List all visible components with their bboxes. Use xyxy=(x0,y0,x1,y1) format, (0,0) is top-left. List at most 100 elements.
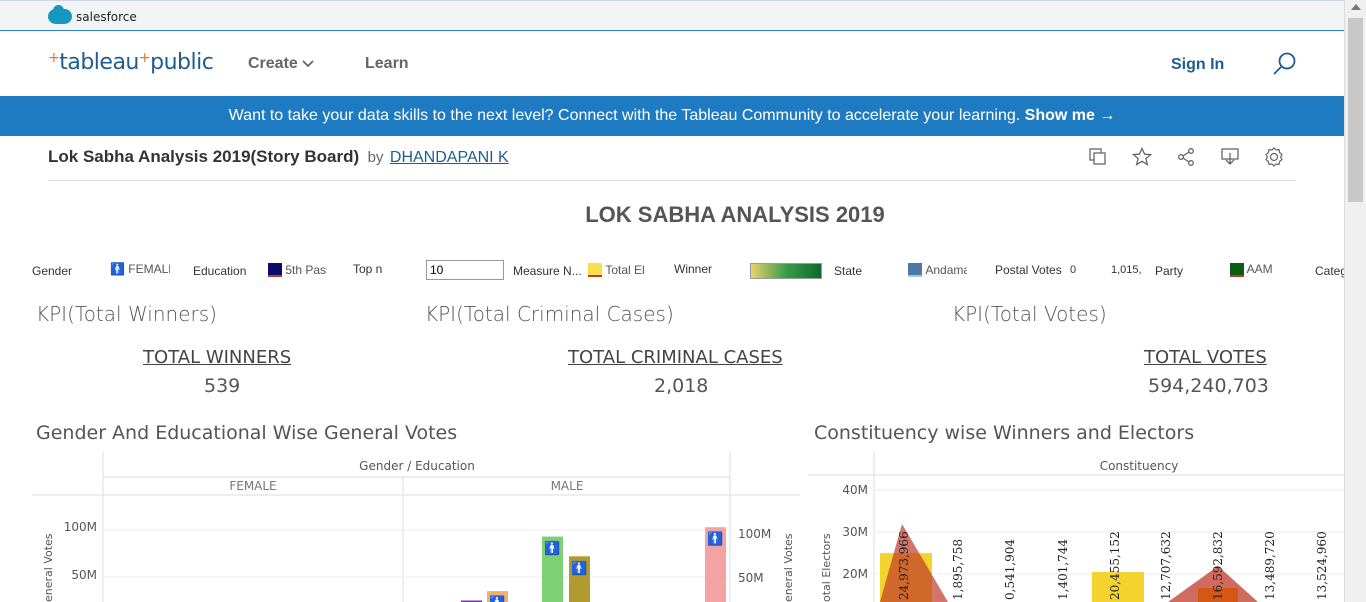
gender-filter-value: FEMALE xyxy=(128,262,170,276)
chart2-data-label: 0,541,904 xyxy=(1003,539,1017,600)
chart1-header: Gender / Education xyxy=(359,459,475,473)
chart1-ytick2-100m: 100M xyxy=(738,527,771,541)
scrollbar-thumb[interactable] xyxy=(1348,18,1363,202)
party-swatch xyxy=(1230,262,1244,277)
viz-title: Lok Sabha Analysis 2019(Story Board) xyxy=(48,147,360,166)
winner-filter-label: Winner xyxy=(674,262,713,276)
viz-toolbar xyxy=(1088,147,1284,167)
education-filter-label: Education xyxy=(193,264,247,278)
party-filter[interactable]: AAM xyxy=(1230,262,1273,277)
chart1-ytick-50m: 50M xyxy=(71,568,97,582)
author-link[interactable]: DHANDAPANI K xyxy=(390,149,509,166)
postal-max[interactable]: 1,015, xyxy=(1111,264,1142,276)
person-icon: 🚹 xyxy=(110,262,125,276)
measure-filter-label: Measure N... xyxy=(513,264,582,278)
measure-swatch xyxy=(588,262,602,277)
create-menu[interactable]: Create xyxy=(248,55,314,73)
chart2-ytick-30m: 30M xyxy=(842,525,868,539)
download-icon[interactable] xyxy=(1220,147,1240,167)
postal-filter-label: Postal Votes xyxy=(995,263,1062,277)
education-filter[interactable]: 5th Pass xyxy=(268,262,327,277)
party-filter-value: AAM xyxy=(1246,262,1273,276)
chart1-panel-male: MALE xyxy=(551,479,584,493)
tableau-public-logo[interactable]: +tableau+public xyxy=(48,50,214,75)
kpi-winners-value: 539 xyxy=(204,375,241,397)
chart2-ytick-40m: 40M xyxy=(842,483,868,497)
banner-text: Want to take your data skills to the nex… xyxy=(228,107,1021,124)
chart2-data-label: 16,592,832 xyxy=(1211,531,1225,600)
salesforce-brand: salesforce xyxy=(76,9,137,24)
gender-filter-label: Gender xyxy=(32,264,73,278)
person-marker-icon: 🚹 xyxy=(544,541,560,556)
scroll-up-icon[interactable] xyxy=(1351,4,1361,10)
chart2-data-label: 13,489,720 xyxy=(1263,531,1277,600)
show-me-link[interactable]: Show me → xyxy=(1025,107,1116,124)
chevron-down-icon xyxy=(302,60,314,68)
chart1-panel-female: FEMALE xyxy=(229,479,276,493)
page: salesforce +tableau+public Create Learn … xyxy=(0,0,1344,602)
kpi-criminal-label: KPI(Total Criminal Cases) xyxy=(425,302,674,326)
education-filter-value: 5th Pass xyxy=(285,262,327,277)
top-navigation: +tableau+public Create Learn Sign In xyxy=(0,31,1344,96)
vertical-scrollbar[interactable] xyxy=(1344,0,1366,602)
kpi-criminal-value: 2,018 xyxy=(654,375,709,397)
measure-filter[interactable]: Total El xyxy=(588,262,647,277)
kpi-votes-heading: TOTAL VOTES xyxy=(1144,347,1267,368)
winner-color-legend[interactable] xyxy=(750,263,822,279)
constituency-chart[interactable]: Constituency 40M 30M 20M otal Electors 2… xyxy=(808,452,1344,602)
sign-in-button[interactable]: Sign In xyxy=(1171,56,1224,74)
by-label: by xyxy=(367,149,384,166)
salesforce-logo[interactable]: salesforce xyxy=(48,5,137,24)
chart1-ytick2-50m: 50M xyxy=(738,571,764,585)
chart2-ylabel: otal Electors xyxy=(820,533,833,602)
chart2-data-label: 13,524,960 xyxy=(1315,531,1329,600)
state-swatch xyxy=(908,262,922,277)
person-marker-icon: 🚹 xyxy=(489,595,505,602)
kpi-criminal-heading: TOTAL CRIMINAL CASES xyxy=(568,347,783,368)
filter-strip: Gender 🚹 FEMALE Education 5th Pass Top n… xyxy=(0,260,1344,284)
chart2-data-label: 1,895,758 xyxy=(951,539,965,600)
create-label: Create xyxy=(248,55,298,72)
chart2-data-label: 1,401,744 xyxy=(1056,539,1070,600)
logo-suffix: public xyxy=(150,50,214,75)
chart2-data-label: 12,707,632 xyxy=(1159,531,1173,600)
chart2-data-label: 20,455,152 xyxy=(1108,531,1122,600)
chart2-ytick-20m: 20M xyxy=(842,567,868,581)
chart1-ytick-100m: 100M xyxy=(64,520,97,534)
chart1-ylabel2: eneral Votes xyxy=(782,533,795,602)
state-filter-label: State xyxy=(834,264,863,278)
salesforce-bar: salesforce xyxy=(0,0,1344,31)
postal-min: 0 xyxy=(1070,264,1077,276)
badge-icon[interactable] xyxy=(1264,147,1284,167)
category-filter-label: Categ xyxy=(1315,264,1344,278)
share-icon[interactable] xyxy=(1176,147,1196,167)
topn-label: Top n xyxy=(353,262,383,276)
chart1-ylabel: eneral Votes xyxy=(42,533,55,602)
kpi-votes-value: 594,240,703 xyxy=(1148,375,1269,397)
chart2-data-label: 24,973,966 xyxy=(897,531,911,600)
chart1-title: Gender And Educational Wise General Vote… xyxy=(36,422,458,444)
search-icon[interactable] xyxy=(1272,51,1298,77)
gender-education-chart[interactable]: Gender / Education FEMALE MALE 100M 50M … xyxy=(0,452,805,602)
person-marker-icon: 🚹 xyxy=(707,531,723,546)
person-marker-icon: 🚹 xyxy=(571,560,587,575)
learn-link[interactable]: Learn xyxy=(365,55,409,73)
gender-filter[interactable]: 🚹 FEMALE xyxy=(110,262,170,276)
topn-input[interactable] xyxy=(426,260,504,280)
dashboard-title: LOK SABHA ANALYSIS 2019 xyxy=(585,202,885,227)
measure-filter-value: Total El xyxy=(605,262,645,277)
promo-banner: Want to take your data skills to the nex… xyxy=(0,96,1344,136)
copy-icon[interactable] xyxy=(1088,147,1108,167)
education-swatch xyxy=(268,262,282,277)
party-filter-label: Party xyxy=(1155,264,1184,278)
kpi-winners-label: KPI(Total Winners) xyxy=(36,302,217,326)
kpi-votes-label: KPI(Total Votes) xyxy=(952,302,1107,326)
viz-titlebar: Lok Sabha Analysis 2019(Story Board) by … xyxy=(48,147,1296,181)
salesforce-cloud-icon xyxy=(48,5,72,24)
favorite-star-icon[interactable] xyxy=(1132,147,1152,167)
state-filter[interactable]: Andama xyxy=(908,262,967,277)
chart2-header: Constituency xyxy=(1100,459,1179,473)
logo-text: tableau xyxy=(59,50,139,75)
kpi-winners-heading: TOTAL WINNERS xyxy=(143,347,292,368)
chart2-title: Constituency wise Winners and Electors xyxy=(814,422,1195,444)
